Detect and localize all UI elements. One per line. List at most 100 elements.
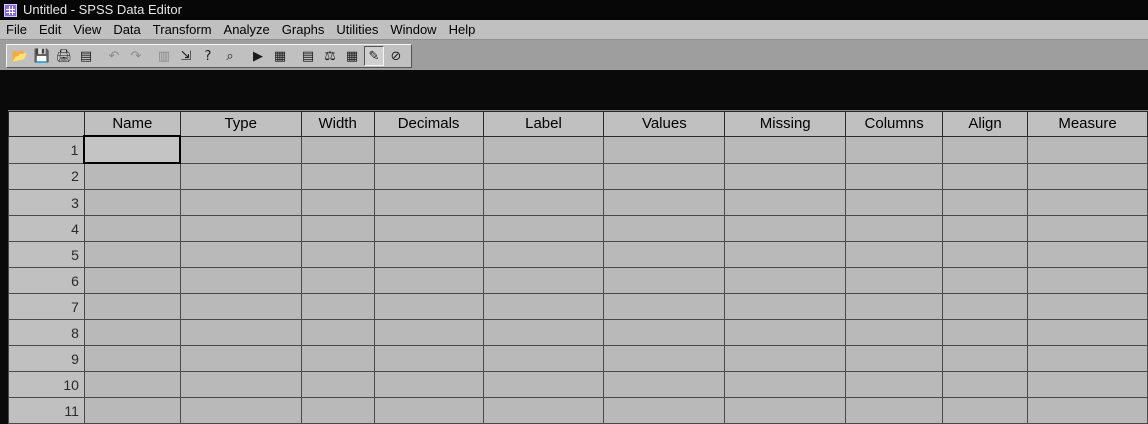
redo-icon[interactable]: ↷ xyxy=(126,46,146,66)
grid-cell[interactable] xyxy=(845,241,944,268)
row-number[interactable]: 9 xyxy=(8,345,85,372)
row-number[interactable]: 8 xyxy=(8,319,85,346)
grid-cell[interactable] xyxy=(603,267,726,294)
column-header-measure[interactable]: Measure xyxy=(1027,111,1148,137)
grid-cell[interactable] xyxy=(179,162,302,190)
row-number[interactable]: 7 xyxy=(8,293,85,320)
grid-cell[interactable] xyxy=(83,319,181,346)
grid-cell[interactable] xyxy=(83,371,181,398)
grid-cell[interactable] xyxy=(1027,162,1148,190)
grid-cell[interactable] xyxy=(942,293,1029,320)
grid-cell[interactable] xyxy=(373,345,484,372)
grid-cell[interactable] xyxy=(1027,345,1148,372)
menu-data[interactable]: Data xyxy=(107,20,146,40)
column-header-width[interactable]: Width xyxy=(300,111,375,137)
grid-cell[interactable] xyxy=(603,397,726,424)
grid-cell[interactable] xyxy=(373,135,484,164)
save-icon[interactable]: 💾 xyxy=(32,46,52,66)
grid-cell[interactable] xyxy=(373,293,484,320)
grid-cell[interactable] xyxy=(300,293,375,320)
grid-cell[interactable] xyxy=(1027,241,1148,268)
grid-cell[interactable] xyxy=(942,162,1029,190)
grid-cell[interactable] xyxy=(724,267,847,294)
grid-cell[interactable] xyxy=(482,267,605,294)
grid-cell[interactable] xyxy=(724,162,847,190)
menu-edit[interactable]: Edit xyxy=(33,20,67,40)
grid-cell[interactable] xyxy=(83,215,181,242)
grid-cell[interactable] xyxy=(300,267,375,294)
grid-cell[interactable] xyxy=(179,135,302,164)
grid-cell[interactable] xyxy=(1027,371,1148,398)
grid-cell[interactable] xyxy=(724,371,847,398)
grid-cell[interactable] xyxy=(603,189,726,216)
insert-variable-icon[interactable]: ▦ xyxy=(270,46,290,66)
grid-cell[interactable] xyxy=(300,135,375,164)
grid-cell[interactable] xyxy=(1027,319,1148,346)
grid-cell[interactable] xyxy=(1027,215,1148,242)
grid-cell[interactable] xyxy=(845,293,944,320)
grid-cell[interactable] xyxy=(1027,135,1148,164)
variables-icon[interactable]: ? xyxy=(198,46,218,66)
menu-analyze[interactable]: Analyze xyxy=(218,20,276,40)
grid-cell[interactable] xyxy=(300,162,375,190)
grid-cell[interactable] xyxy=(300,241,375,268)
column-header-values[interactable]: Values xyxy=(603,111,726,137)
grid-cell[interactable] xyxy=(482,345,605,372)
menu-utilities[interactable]: Utilities xyxy=(330,20,384,40)
grid-cell[interactable] xyxy=(179,397,302,424)
grid-cell[interactable] xyxy=(845,189,944,216)
grid-cell[interactable] xyxy=(482,215,605,242)
grid-cell[interactable] xyxy=(942,371,1029,398)
value-labels-icon[interactable]: ✎ xyxy=(364,46,384,66)
grid-cell[interactable] xyxy=(942,267,1029,294)
grid-cell[interactable] xyxy=(482,319,605,346)
goto-chart-icon[interactable]: ▥ xyxy=(154,46,174,66)
grid-cell[interactable] xyxy=(942,345,1029,372)
grid-cell[interactable] xyxy=(603,293,726,320)
grid-cell[interactable] xyxy=(603,135,726,164)
split-file-icon[interactable]: ▤ xyxy=(298,46,318,66)
grid-cell[interactable] xyxy=(603,241,726,268)
grid-cell[interactable] xyxy=(83,241,181,268)
row-number[interactable]: 2 xyxy=(8,162,85,190)
grid-cell[interactable] xyxy=(300,345,375,372)
insert-cases-icon[interactable]: ▶ xyxy=(248,46,268,66)
grid-cell[interactable] xyxy=(1027,189,1148,216)
menu-graphs[interactable]: Graphs xyxy=(276,20,331,40)
open-file-icon[interactable]: 📂 xyxy=(10,46,30,66)
grid-cell[interactable] xyxy=(845,397,944,424)
grid-cell[interactable] xyxy=(482,293,605,320)
select-cases-icon[interactable]: ▦ xyxy=(342,46,362,66)
find-icon[interactable]: ⌕ xyxy=(220,46,240,66)
grid-cell[interactable] xyxy=(482,135,605,164)
use-sets-icon[interactable]: ⊘ xyxy=(386,46,406,66)
grid-corner[interactable] xyxy=(8,111,85,137)
grid-cell[interactable] xyxy=(845,135,944,164)
grid-cell[interactable] xyxy=(942,397,1029,424)
grid-cell[interactable] xyxy=(1027,397,1148,424)
grid-cell[interactable] xyxy=(83,189,181,216)
grid-cell[interactable] xyxy=(845,371,944,398)
grid-cell[interactable] xyxy=(179,319,302,346)
grid-cell[interactable] xyxy=(603,345,726,372)
grid-cell[interactable] xyxy=(724,215,847,242)
grid-cell[interactable] xyxy=(373,215,484,242)
column-header-align[interactable]: Align xyxy=(942,111,1029,137)
grid-cell[interactable] xyxy=(373,267,484,294)
dialog-recall-icon[interactable]: ▤ xyxy=(76,46,96,66)
column-header-columns[interactable]: Columns xyxy=(845,111,944,137)
column-header-decimals[interactable]: Decimals xyxy=(373,111,484,137)
grid-cell[interactable] xyxy=(603,162,726,190)
grid-cell[interactable] xyxy=(83,345,181,372)
grid-cell[interactable] xyxy=(179,215,302,242)
menu-help[interactable]: Help xyxy=(443,20,482,40)
grid-cell[interactable] xyxy=(373,241,484,268)
row-number[interactable]: 3 xyxy=(8,189,85,216)
grid-cell[interactable] xyxy=(942,189,1029,216)
grid-cell[interactable] xyxy=(603,215,726,242)
spss-app-icon[interactable] xyxy=(4,3,17,17)
grid-cell[interactable] xyxy=(83,162,181,190)
print-icon[interactable]: 🖨 xyxy=(54,46,74,66)
grid-cell[interactable] xyxy=(373,371,484,398)
grid-cell[interactable] xyxy=(845,162,944,190)
